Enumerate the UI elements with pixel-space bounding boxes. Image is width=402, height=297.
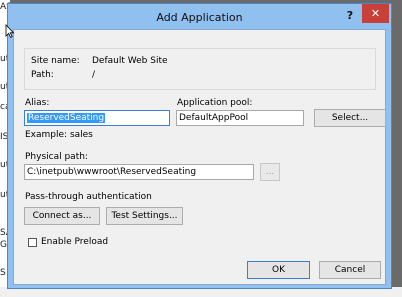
dialog-title: Add Application (156, 11, 243, 24)
app-pool-value: DefaultAppPool (179, 113, 249, 123)
site-info-box: Site name: Default Web Site Path: / (24, 48, 376, 90)
site-name-label: Site name: (31, 56, 80, 66)
connect-as-button[interactable]: Connect as... (24, 207, 100, 225)
alias-input[interactable]: ReservedSeating (24, 110, 170, 126)
dialog-body: Site name: Default Web Site Path: / Alia… (13, 29, 386, 285)
enable-preload-label: Enable Preload (41, 237, 109, 247)
title-bar[interactable]: Add Application ? ✕ (8, 4, 391, 29)
path-value: / (92, 70, 96, 80)
physical-path-input[interactable]: C:\inetpub\wwwroot\ReservedSeating (24, 164, 254, 180)
test-settings-button[interactable]: Test Settings... (106, 207, 183, 225)
add-application-dialog: Add Application ? ✕ Site name: Default W… (7, 3, 392, 289)
ok-button[interactable]: OK (247, 261, 310, 279)
enable-preload-checkbox[interactable] (28, 238, 37, 247)
help-button[interactable]: ? (345, 10, 355, 22)
path-label: Path: (31, 70, 54, 80)
physical-path-label: Physical path: (25, 152, 88, 162)
site-name-value: Default Web Site (92, 56, 168, 66)
pass-through-auth-label: Pass-through authentication (25, 192, 152, 202)
physical-path-value: C:\inetpub\wwwroot\ReservedSeating (27, 167, 197, 177)
alias-label: Alias: (25, 98, 50, 108)
alias-value: ReservedSeating (27, 113, 106, 123)
close-button[interactable]: ✕ (362, 4, 389, 23)
cancel-button[interactable]: Cancel (319, 261, 381, 279)
app-pool-field: DefaultAppPool (176, 110, 304, 126)
browse-path-button[interactable]: ... (260, 163, 280, 181)
alias-example: Example: sales (25, 130, 93, 140)
select-app-pool-button[interactable]: Select... (314, 109, 386, 127)
mouse-cursor-icon (5, 24, 15, 38)
background-text-fragment: S (0, 268, 6, 278)
app-pool-label: Application pool: (177, 98, 253, 108)
close-icon: ✕ (370, 7, 381, 20)
